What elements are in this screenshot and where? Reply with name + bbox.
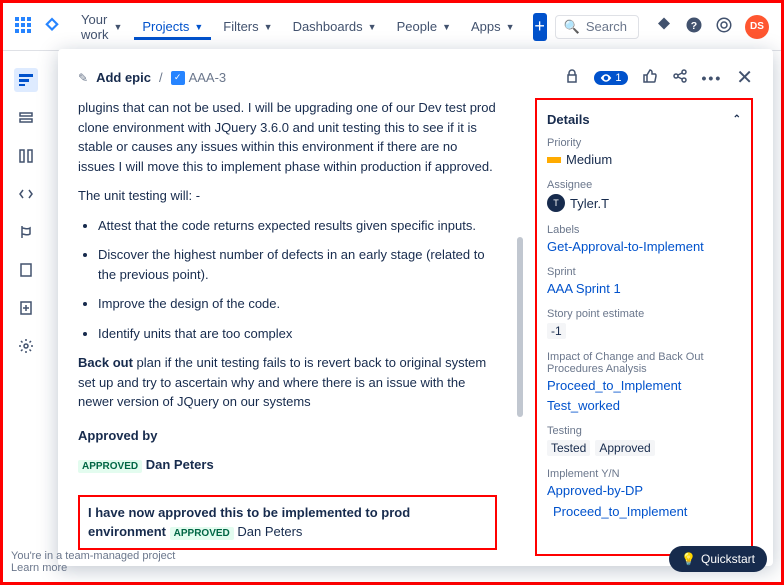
bullet-item: Attest that the code returns expected re… [98, 216, 497, 236]
details-panel-header[interactable]: Details ⌃ [547, 108, 741, 137]
svg-text:?: ? [691, 20, 697, 32]
nav-dashboards[interactable]: Dashboards▼ [285, 13, 385, 40]
share-icon[interactable] [672, 68, 688, 87]
scrollbar[interactable] [517, 237, 523, 417]
nav-your-work[interactable]: Your work▼ [73, 6, 130, 48]
assignee-value[interactable]: TTyler.T [547, 194, 741, 212]
chevron-down-icon: ▼ [113, 22, 122, 32]
lightbulb-icon: 💡 [681, 552, 696, 566]
rail-releases-icon[interactable] [14, 220, 38, 244]
breadcrumb-separator: / [159, 70, 163, 85]
implement-value-1[interactable]: Approved-by-DP [547, 483, 741, 498]
implement-label: Implement Y/N [547, 468, 741, 480]
testing-value[interactable]: Tested Approved [547, 440, 741, 456]
add-epic-link[interactable]: Add epic [96, 70, 151, 85]
create-button[interactable]: + [533, 13, 547, 41]
bullet-item: Improve the design of the code. [98, 294, 497, 314]
rail-code-icon[interactable] [14, 182, 38, 206]
bullet-item: Discover the highest number of defects i… [98, 245, 497, 284]
search-input[interactable]: 🔍 Search [555, 15, 639, 39]
settings-icon[interactable] [715, 16, 733, 37]
lock-icon[interactable] [564, 68, 580, 87]
rail-backlog-icon[interactable] [14, 106, 38, 130]
sprint-label: Sprint [547, 266, 741, 278]
chevron-down-icon: ▼ [506, 22, 515, 32]
nav-people[interactable]: People▼ [389, 13, 459, 40]
approval-note: I have now approved this to be implement… [78, 495, 497, 550]
description-para2: The unit testing will: - [78, 186, 497, 206]
rail-pages-icon[interactable] [14, 258, 38, 282]
labels-value[interactable]: Get-Approval-to-Implement [547, 239, 741, 254]
storypoints-label: Story point estimate [547, 308, 741, 320]
rail-board-icon[interactable] [14, 144, 38, 168]
chevron-up-icon: ⌃ [733, 114, 741, 125]
nav-projects[interactable]: Projects▼ [134, 13, 211, 40]
more-icon[interactable]: ••• [702, 70, 723, 86]
approved-by-label: Approved by [78, 426, 497, 446]
chevron-down-icon: ▼ [442, 22, 451, 32]
edit-icon[interactable]: ✎ [78, 71, 88, 85]
footer-project-type: You're in a team-managed project Learn m… [11, 550, 175, 574]
nav-apps[interactable]: Apps▼ [463, 13, 523, 40]
close-icon[interactable]: ✕ [736, 65, 753, 90]
assignee-label: Assignee [547, 179, 741, 191]
rail-roadmap-icon[interactable] [14, 68, 38, 92]
jira-logo-icon[interactable] [43, 16, 61, 37]
issue-key-link[interactable]: ✓ AAA-3 [171, 70, 227, 85]
app-switcher-icon[interactable] [15, 17, 31, 36]
approver-line: APPROVED Dan Peters [78, 455, 497, 475]
impact-label: Impact of Change and Back Out Procedures… [547, 351, 741, 375]
issue-type-icon: ✓ [171, 71, 185, 85]
sprint-value[interactable]: AAA Sprint 1 [547, 281, 741, 296]
like-icon[interactable] [642, 68, 658, 87]
backout-plan: Back out plan if the unit testing fails … [78, 353, 497, 412]
chevron-down-icon: ▼ [264, 22, 273, 32]
chevron-down-icon: ▼ [368, 22, 377, 32]
watch-button[interactable]: 1 [594, 71, 627, 85]
user-avatar[interactable]: DS [745, 15, 769, 39]
chevron-down-icon: ▼ [194, 22, 203, 32]
search-icon: 🔍 [564, 19, 580, 35]
testing-label: Testing [547, 425, 741, 437]
notifications-icon[interactable] [655, 16, 673, 37]
nav-filters[interactable]: Filters▼ [215, 13, 280, 40]
assignee-avatar: T [547, 194, 565, 212]
help-icon[interactable]: ? [685, 16, 703, 37]
storypoints-value[interactable]: -1 [547, 323, 741, 339]
search-placeholder: Search [586, 19, 627, 34]
description-para1: plugins that can not be used. I will be … [78, 98, 497, 176]
quickstart-button[interactable]: 💡 Quickstart [669, 546, 767, 572]
priority-value[interactable]: Medium [547, 152, 741, 167]
impact-value[interactable]: Proceed_to_Implement Test_worked [547, 378, 741, 413]
implement-value-2[interactable]: Proceed_to_Implement [553, 504, 741, 519]
labels-label: Labels [547, 224, 741, 236]
bullet-item: Identify units that are too complex [98, 324, 497, 344]
priority-label: Priority [547, 137, 741, 149]
priority-medium-icon [547, 157, 561, 163]
rail-settings-icon[interactable] [14, 334, 38, 358]
rail-add-icon[interactable] [14, 296, 38, 320]
